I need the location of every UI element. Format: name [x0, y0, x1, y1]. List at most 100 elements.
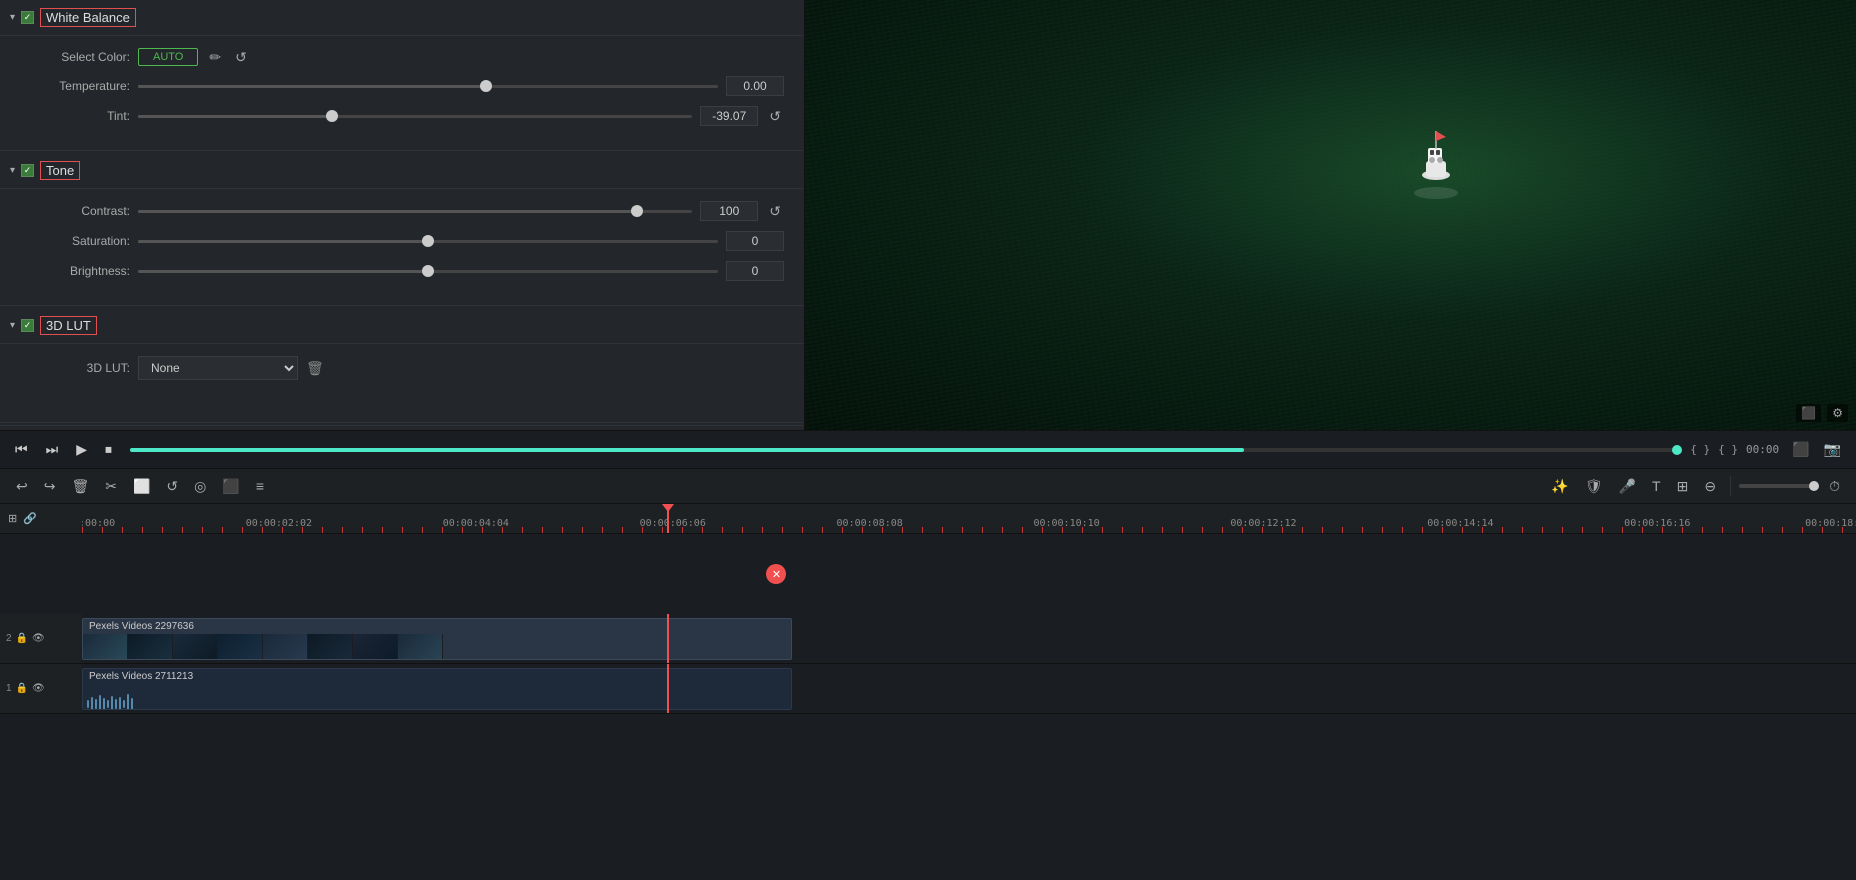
wb-content: Select Color: AUTO ✏ ↺ Temperature: 0.00… [0, 36, 804, 148]
redo-button[interactable]: ↪ [38, 475, 62, 498]
undo-button[interactable]: ↩ [10, 475, 34, 498]
saturation-label: Saturation: [20, 234, 130, 248]
wb-chevron-icon: ▾ [10, 12, 15, 23]
toolbar-right: ✨ 🛡 🎤 T ⊞ ⊖ ⏱ [1545, 475, 1846, 498]
track-2-lock[interactable]: 🔒 [16, 633, 28, 644]
cut-button[interactable]: ✂ [99, 475, 123, 498]
tone-content: Contrast: 100 ↺ Saturation: [0, 189, 804, 303]
temperature-row: Temperature: 0.00 [20, 76, 784, 96]
menu-button[interactable]: ≡ [250, 475, 270, 497]
playback-progress[interactable] [130, 448, 1677, 452]
tone-header[interactable]: ▾ ✓ Tone [0, 153, 804, 189]
lut-select[interactable]: None LUT1 LUT2 [138, 356, 298, 380]
audio-clip-2711213[interactable]: Pexels Videos 2711213 [82, 668, 792, 710]
wb-checkbox[interactable]: ✓ [21, 11, 34, 24]
temperature-value[interactable]: 0.00 [726, 76, 784, 96]
track-1-lock[interactable]: 🔒 [16, 683, 28, 694]
minus-button[interactable]: ⊖ [1698, 475, 1722, 498]
transform-button[interactable]: ⬛ [216, 475, 245, 498]
timeline-tracks: ✕ 2 🔒 👁 Pexels Videos 2297636 [0, 534, 1856, 880]
crop-button[interactable]: ⬜ [127, 475, 156, 498]
preview-panel: ⬛ ⚙ [805, 0, 1856, 430]
reset-tint-icon[interactable]: ↺ [766, 108, 784, 125]
right-panel-icons: ⬛ ⚙ [1796, 404, 1848, 422]
grid-button[interactable]: ⊞ [1671, 475, 1695, 498]
temperature-label: Temperature: [20, 79, 130, 93]
timeline-header: ⊞ 🔗 00:00:00:00 00:00:02:02 00:00:04:04 … [0, 504, 1856, 534]
tone-chevron-icon: ▾ [10, 165, 15, 176]
fullscreen-icon[interactable]: ⬛ [1796, 404, 1821, 422]
saturation-value[interactable]: 0 [726, 231, 784, 251]
timeline-link-icon[interactable]: 🔗 [23, 512, 37, 525]
reset-wb-icon[interactable]: ↺ [232, 49, 250, 66]
tint-value[interactable]: -39.07 [700, 106, 758, 126]
mic-button[interactable]: 🎤 [1613, 475, 1642, 498]
tone-checkbox[interactable]: ✓ [21, 164, 34, 177]
temperature-slider[interactable] [138, 77, 718, 95]
audio-track-1: 1 🔒 👁 Pexels Videos 2711213 [0, 664, 1856, 714]
contrast-value[interactable]: 100 [700, 201, 758, 221]
white-balance-title: White Balance [40, 8, 136, 27]
timeline-add-icon[interactable]: ⊞ [8, 512, 17, 525]
lut-content: 3D LUT: None LUT1 LUT2 🗑 [0, 344, 804, 402]
stop-button[interactable]: ⏹ [100, 439, 117, 460]
saturation-row: Saturation: 0 [20, 231, 784, 251]
track-1-controls: 1 🔒 👁 [0, 664, 82, 713]
brightness-label: Brightness: [20, 264, 130, 278]
track-2-controls: 2 🔒 👁 [0, 614, 82, 663]
lut-checkbox[interactable]: ✓ [21, 319, 34, 332]
white-balance-header[interactable]: ▾ ✓ White Balance [0, 0, 804, 36]
contrast-row: Contrast: 100 ↺ [20, 201, 784, 221]
preview-image [805, 0, 1856, 430]
clock-button[interactable]: ⏱ [1823, 475, 1846, 498]
track-2-eye[interactable]: 👁 [32, 633, 45, 644]
lut3d-header[interactable]: ▾ ✓ 3D LUT [0, 308, 804, 344]
select-color-label: Select Color: [20, 50, 130, 64]
zoom-slider[interactable] [1739, 484, 1819, 488]
track-1-content: Pexels Videos 2711213 [82, 664, 1856, 713]
track-1-number: 1 [6, 683, 12, 694]
auto-button[interactable]: AUTO [138, 48, 198, 66]
brightness-row: Brightness: 0 [20, 261, 784, 281]
waveform [83, 684, 791, 710]
lut-delete-icon[interactable]: 🗑 [306, 360, 324, 377]
clip-thumbnails [83, 634, 791, 660]
play-button[interactable]: ▶ [71, 439, 92, 460]
contrast-slider[interactable] [138, 202, 692, 220]
lut-row: 3D LUT: None LUT1 LUT2 🗑 [20, 356, 784, 380]
caption-button[interactable]: T [1646, 475, 1667, 497]
brightness-value[interactable]: 0 [726, 261, 784, 281]
frame-back-button[interactable]: ⏭ [41, 439, 64, 460]
clip-2297636-label: Pexels Videos 2297636 [83, 619, 791, 634]
saturation-slider[interactable] [138, 232, 718, 250]
timeline-area: ⊞ 🔗 00:00:00:00 00:00:02:02 00:00:04:04 … [0, 504, 1856, 880]
timecode-braces-right: { } [1718, 443, 1738, 456]
lut-label: 3D LUT: [20, 361, 130, 375]
rotate-button[interactable]: ↺ [160, 475, 184, 498]
magic-button[interactable]: ✨ [1545, 475, 1574, 498]
timeline-left-pad: ⊞ 🔗 [0, 512, 82, 525]
color-button[interactable]: ◎ [188, 475, 212, 498]
tint-row: Tint: -39.07 ↺ [20, 106, 784, 126]
reset-contrast-icon[interactable]: ↺ [766, 203, 784, 220]
tint-slider[interactable] [138, 107, 692, 125]
keyframe-marker[interactable]: ✕ [766, 564, 786, 584]
track-1-eye[interactable]: 👁 [32, 683, 45, 694]
shield-button[interactable]: 🛡 [1579, 475, 1609, 498]
boat-icon [1406, 123, 1466, 203]
brightness-slider[interactable] [138, 262, 718, 280]
track-2-content: Pexels Videos 2297636 [82, 614, 1856, 663]
aspect-ratio-icon[interactable]: ⬛ [1787, 439, 1814, 460]
timecode-braces-left: { } [1690, 443, 1710, 456]
keyframe-row: ✕ [0, 534, 1856, 614]
playback-bar: ⏮ ⏭ ▶ ⏹ { } { } 00:00 ⬛ 📷 [0, 430, 1856, 468]
timeline-ruler: 00:00:00:00 00:00:02:02 00:00:04:04 00:0… [82, 504, 1856, 533]
video-track-2: 2 🔒 👁 Pexels Videos 2297636 [0, 614, 1856, 664]
tint-label: Tint: [20, 109, 130, 123]
delete-button[interactable]: 🗑 [65, 475, 95, 498]
settings-icon[interactable]: ⚙ [1827, 404, 1848, 422]
skip-back-button[interactable]: ⏮ [10, 439, 33, 460]
video-clip-2297636[interactable]: Pexels Videos 2297636 [82, 618, 792, 660]
screenshot-icon[interactable]: 📷 [1819, 439, 1846, 460]
eyedropper-icon[interactable]: ✏ [206, 49, 224, 66]
